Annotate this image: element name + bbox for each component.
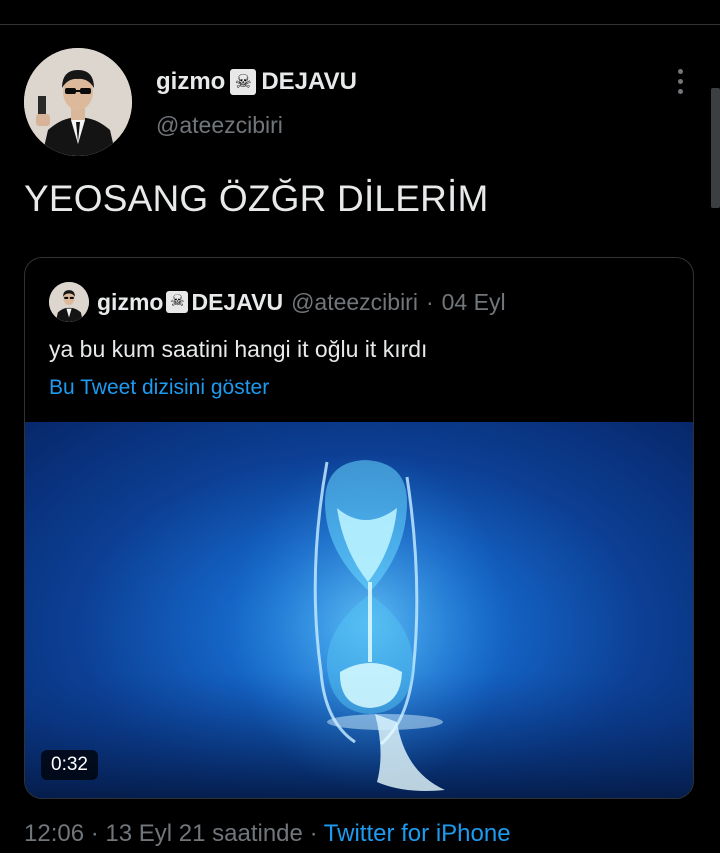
tweet-source-link[interactable]: Twitter for iPhone	[324, 820, 511, 847]
tweet-time[interactable]: 12:06	[24, 820, 84, 847]
tweet-metadata: 12:06 · 13 Eyl 21 saatinde · Twitter for…	[24, 820, 511, 848]
video-player[interactable]: 0:32	[25, 422, 693, 798]
show-thread-link[interactable]: Bu Tweet dizisini göster	[49, 376, 269, 400]
video-duration-badge: 0:32	[41, 750, 98, 780]
footer-separator: ·	[309, 820, 318, 847]
skull-icon: ☠	[230, 69, 257, 95]
quoted-date: 04 Eyl	[441, 288, 506, 315]
tweet-text: YEOSANG ÖZĞR DİLERİM	[24, 178, 489, 219]
hourglass-video-frame	[25, 452, 693, 798]
top-divider	[0, 24, 720, 25]
author-name[interactable]: gizmo ☠ DEJAVU	[156, 64, 357, 100]
quoted-name-suffix: DEJAVU	[191, 288, 284, 315]
more-vertical-icon[interactable]	[664, 64, 696, 98]
quoted-handle: @ateezcibiri	[291, 288, 418, 315]
quoted-header: gizmo ☠ DEJAVU @ateezcibiri · 04 Eyl	[97, 284, 506, 320]
quoted-separator: ·	[425, 288, 434, 315]
footer-separator: ·	[90, 820, 99, 847]
scrollbar[interactable]	[711, 88, 720, 208]
author-handle[interactable]: @ateezcibiri	[156, 112, 283, 139]
quoted-avatar	[49, 282, 89, 322]
display-name: gizmo	[156, 68, 226, 95]
quoted-display-name: gizmo	[97, 288, 164, 315]
tweet-date[interactable]: 13 Eyl 21 saatinde	[105, 820, 302, 847]
name-suffix: DEJAVU	[261, 68, 357, 95]
quoted-tweet-card[interactable]: gizmo ☠ DEJAVU @ateezcibiri · 04 Eyl ya …	[24, 257, 694, 799]
skull-icon: ☠	[166, 291, 189, 313]
avatar[interactable]	[24, 48, 132, 156]
quoted-text: ya bu kum saatini hangi it oğlu it kırdı	[49, 336, 428, 362]
